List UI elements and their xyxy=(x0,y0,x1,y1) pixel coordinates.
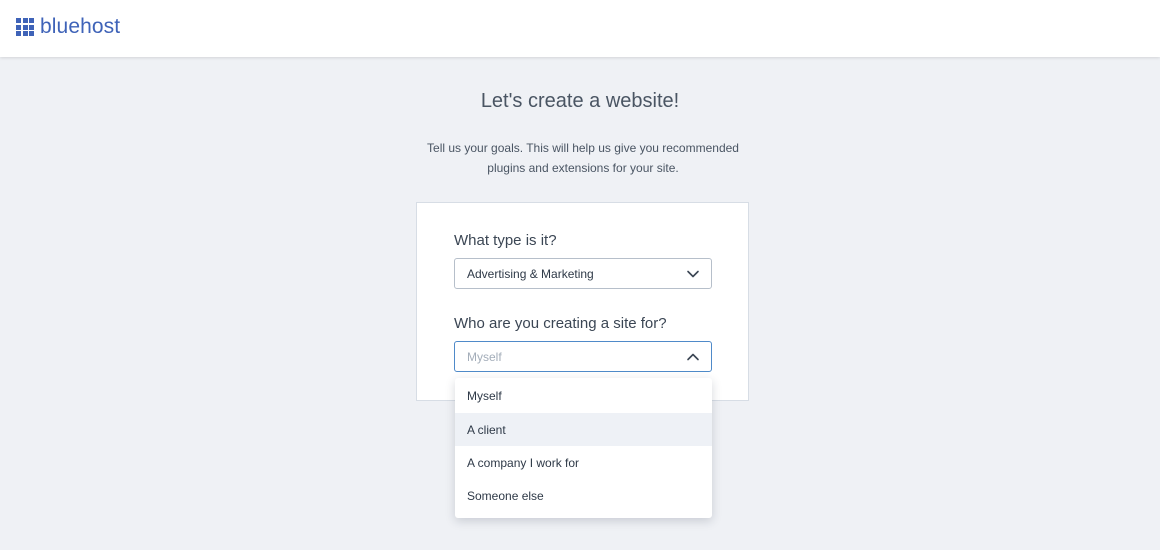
chevron-down-icon xyxy=(687,270,699,278)
for-select-placeholder: Myself xyxy=(467,349,502,364)
dropdown-option-myself[interactable]: Myself xyxy=(455,378,712,413)
page-subtitle: Tell us your goals. This will help us gi… xyxy=(427,141,739,175)
dropdown-option-company[interactable]: A company I work for xyxy=(455,446,712,479)
bluehost-logo[interactable]: bluehost xyxy=(16,15,121,38)
for-dropdown-menu: Myself A client A company I work for Som… xyxy=(455,378,712,518)
grid-logo-icon xyxy=(16,18,34,36)
type-select[interactable]: Advertising & Marketing xyxy=(454,258,712,289)
type-select-value: Advertising & Marketing xyxy=(467,266,594,281)
dropdown-option-a-client[interactable]: A client xyxy=(455,413,712,446)
page-title: Let's create a website! xyxy=(480,90,680,112)
chevron-up-icon xyxy=(687,353,699,361)
logo-text: bluehost xyxy=(40,15,121,38)
type-field-label: What type is it? xyxy=(454,232,557,249)
dropdown-option-someone-else[interactable]: Someone else xyxy=(455,479,712,512)
for-field-label: Who are you creating a site for? xyxy=(454,315,667,332)
for-select[interactable]: Myself xyxy=(454,341,712,372)
top-bar: bluehost xyxy=(0,0,1160,57)
